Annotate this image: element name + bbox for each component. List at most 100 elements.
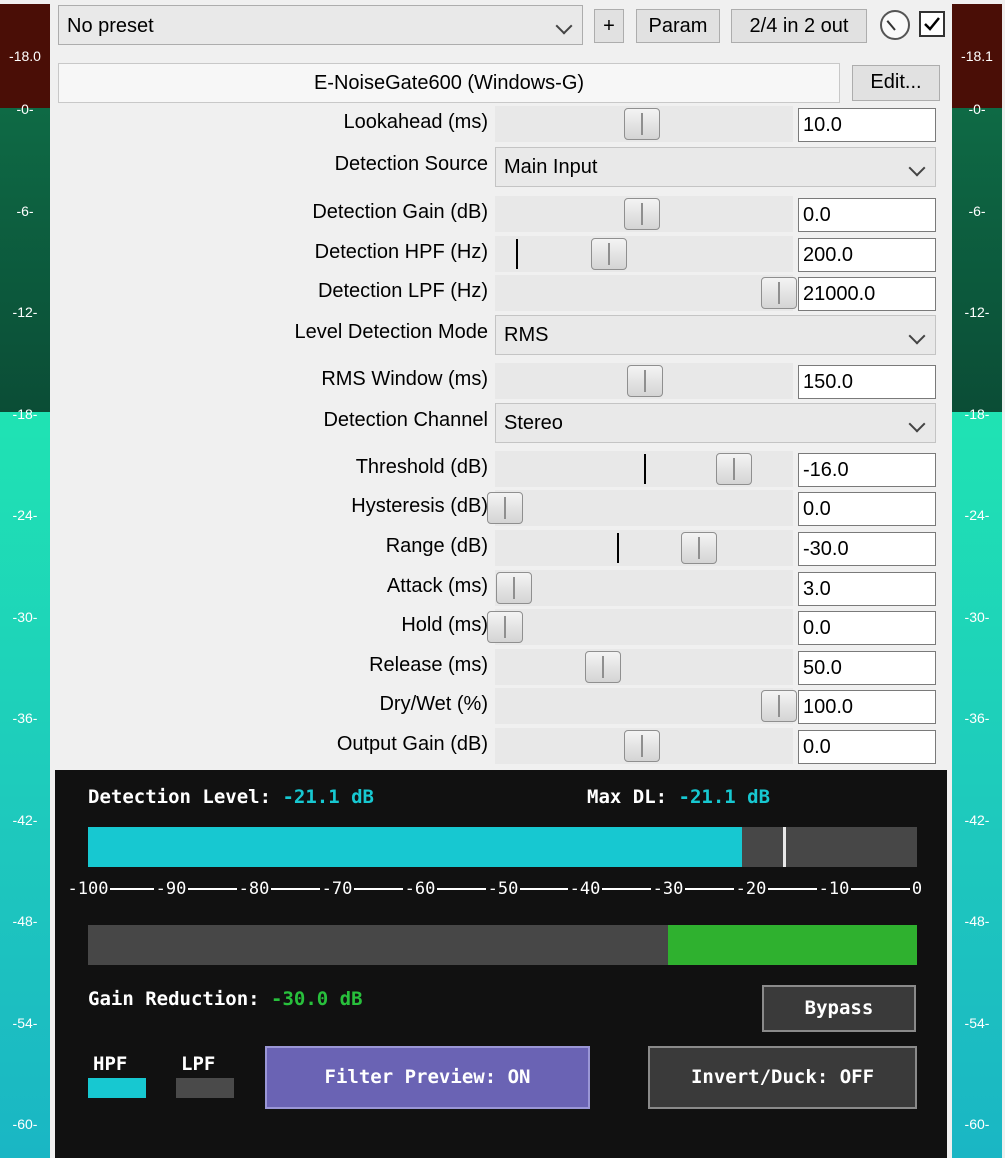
slider-dry-wet[interactable] bbox=[495, 688, 797, 724]
slider-detection-hpf-hz[interactable] bbox=[495, 236, 793, 272]
slider-threshold-db[interactable] bbox=[495, 451, 793, 487]
dropdown-detection-source[interactable]: Main Input bbox=[495, 147, 936, 187]
slider-lookahead-ms[interactable] bbox=[495, 106, 793, 142]
slider-thumb[interactable] bbox=[487, 611, 523, 643]
gain-reduction-bar bbox=[88, 925, 917, 965]
bypass-button[interactable]: Bypass bbox=[762, 985, 916, 1032]
detection-level-bar[interactable] bbox=[88, 827, 917, 867]
param-label-dry-wet: Dry/Wet (%) bbox=[379, 693, 488, 715]
meter-upper-zone bbox=[0, 108, 50, 412]
value-field-detection-lpf-hz[interactable]: 21000.0 bbox=[798, 277, 936, 311]
meter-tick-label: -18- bbox=[12, 405, 38, 422]
scale-label: -80 bbox=[236, 879, 272, 899]
meter-tick-label: -0- bbox=[16, 101, 34, 117]
wet-knob-icon[interactable] bbox=[880, 10, 910, 40]
slider-detection-gain-db[interactable] bbox=[495, 196, 793, 232]
preset-value: No preset bbox=[67, 15, 154, 37]
slider-thumb[interactable] bbox=[681, 532, 717, 564]
scale-label: -60 bbox=[402, 879, 438, 899]
slider-thumb[interactable] bbox=[624, 108, 660, 140]
meter-tick-label: -54- bbox=[12, 1014, 38, 1031]
lpf-toggle[interactable] bbox=[176, 1078, 234, 1098]
value-field-rms-window-ms[interactable]: 150.0 bbox=[798, 365, 936, 399]
dropdown-detection-channel[interactable]: Stereo bbox=[495, 403, 936, 443]
meter-tick-label: -60- bbox=[964, 1116, 990, 1132]
slider-thumb[interactable] bbox=[627, 365, 663, 397]
left-output-meter: -18.0 -0- -6- -12- -18- -24- -30- -36- -42- -48-… bbox=[0, 4, 50, 1158]
value-field-range-db[interactable]: -30.0 bbox=[798, 532, 936, 566]
param-label-detection-channel: Detection Channel bbox=[323, 409, 488, 431]
checkmark-icon bbox=[924, 17, 940, 31]
slider-release-ms[interactable] bbox=[495, 649, 793, 685]
dropdown-value: RMS bbox=[504, 324, 549, 346]
value-field-threshold-db[interactable]: -16.0 bbox=[798, 453, 936, 487]
value-field-detection-hpf-hz[interactable]: 200.0 bbox=[798, 238, 936, 272]
value-field-hold-ms[interactable]: 0.0 bbox=[798, 611, 936, 645]
enable-checkbox[interactable] bbox=[919, 11, 945, 37]
right-output-meter: -18.1 -0- -6- -12- -18- -24- -30- -36- -42- -48-… bbox=[952, 4, 1002, 1158]
slider-thumb[interactable] bbox=[716, 453, 752, 485]
slider-detection-lpf-hz[interactable] bbox=[495, 275, 797, 311]
scale-label: 0 bbox=[909, 879, 925, 899]
gain-reduction-fill bbox=[668, 925, 917, 965]
slider-thumb[interactable] bbox=[761, 690, 797, 722]
value-field-attack-ms[interactable]: 3.0 bbox=[798, 572, 936, 606]
scale-label: -70 bbox=[319, 879, 355, 899]
chevron-down-icon bbox=[908, 159, 926, 177]
param-button[interactable]: Param bbox=[636, 9, 720, 43]
value-field-release-ms[interactable]: 50.0 bbox=[798, 651, 936, 685]
meter-upper-zone bbox=[952, 108, 1002, 412]
slider-hysteresis-db[interactable] bbox=[487, 490, 793, 526]
scale-label: -10 bbox=[816, 879, 852, 899]
slider-range-db[interactable] bbox=[495, 530, 793, 566]
meter-tick-label: -24- bbox=[964, 507, 990, 523]
preset-dropdown[interactable]: No preset bbox=[58, 5, 583, 45]
hpf-toggle[interactable] bbox=[88, 1078, 146, 1098]
param-label-output-gain-db: Output Gain (dB) bbox=[336, 733, 488, 755]
param-label-lookahead-ms: Lookahead (ms) bbox=[343, 111, 488, 133]
slider-thumb[interactable] bbox=[496, 572, 532, 604]
gate-display-panel: Detection Level: -21.1 dB Max DL: -21.1 … bbox=[55, 770, 947, 1158]
default-marker bbox=[617, 533, 619, 563]
slider-thumb[interactable] bbox=[624, 730, 660, 762]
chevron-down-icon bbox=[555, 17, 573, 35]
dropdown-level-detection-mode[interactable]: RMS bbox=[495, 315, 936, 355]
detection-level-value: -21.1 dB bbox=[282, 786, 374, 808]
value-field-dry-wet[interactable]: 100.0 bbox=[798, 690, 936, 724]
value-field-lookahead-ms[interactable]: 10.0 bbox=[798, 108, 936, 142]
slider-attack-ms[interactable] bbox=[495, 570, 793, 606]
slider-output-gain-db[interactable] bbox=[495, 728, 793, 764]
param-label-hysteresis-db: Hysteresis (dB) bbox=[351, 495, 488, 517]
slider-thumb[interactable] bbox=[591, 238, 627, 270]
default-marker bbox=[644, 454, 646, 484]
hpf-label: HPF bbox=[93, 1053, 128, 1075]
filter-preview-button[interactable]: Filter Preview: ON bbox=[265, 1046, 590, 1109]
param-label-level-detection-mode: Level Detection Mode bbox=[294, 321, 488, 343]
slider-thumb[interactable] bbox=[624, 198, 660, 230]
slider-thumb[interactable] bbox=[585, 651, 621, 683]
default-marker bbox=[516, 239, 518, 269]
right-meter-peak: -18.1 bbox=[961, 48, 993, 64]
edit-button[interactable]: Edit... bbox=[852, 65, 940, 101]
value-field-detection-gain-db[interactable]: 0.0 bbox=[798, 198, 936, 232]
value-field-output-gain-db[interactable]: 0.0 bbox=[798, 730, 936, 764]
param-label-detection-hpf-hz: Detection HPF (Hz) bbox=[314, 241, 488, 263]
max-dl-value: -21.1 dB bbox=[678, 786, 771, 808]
lpf-label: LPF bbox=[181, 1053, 216, 1075]
threshold-marker[interactable] bbox=[783, 827, 786, 867]
slider-thumb[interactable] bbox=[487, 492, 523, 524]
plugin-name: E-NoiseGate600 (Windows-G) bbox=[58, 63, 840, 103]
scale-label: -30 bbox=[650, 879, 686, 899]
meter-tick-label: -12- bbox=[12, 304, 38, 320]
invert-duck-button[interactable]: Invert/Duck: OFF bbox=[648, 1046, 917, 1109]
dropdown-value: Main Input bbox=[504, 156, 598, 178]
io-routing-button[interactable]: 2/4 in 2 out bbox=[731, 9, 867, 43]
gain-reduction-readout: Gain Reduction: -30.0 dB bbox=[88, 988, 363, 1010]
slider-hold-ms[interactable] bbox=[487, 609, 793, 645]
slider-rms-window-ms[interactable] bbox=[495, 363, 793, 399]
add-preset-button[interactable]: + bbox=[594, 9, 624, 43]
meter-tick-label: -60- bbox=[12, 1116, 38, 1132]
value-field-hysteresis-db[interactable]: 0.0 bbox=[798, 492, 936, 526]
meter-tick-label: -0- bbox=[968, 101, 986, 117]
slider-thumb[interactable] bbox=[761, 277, 797, 309]
